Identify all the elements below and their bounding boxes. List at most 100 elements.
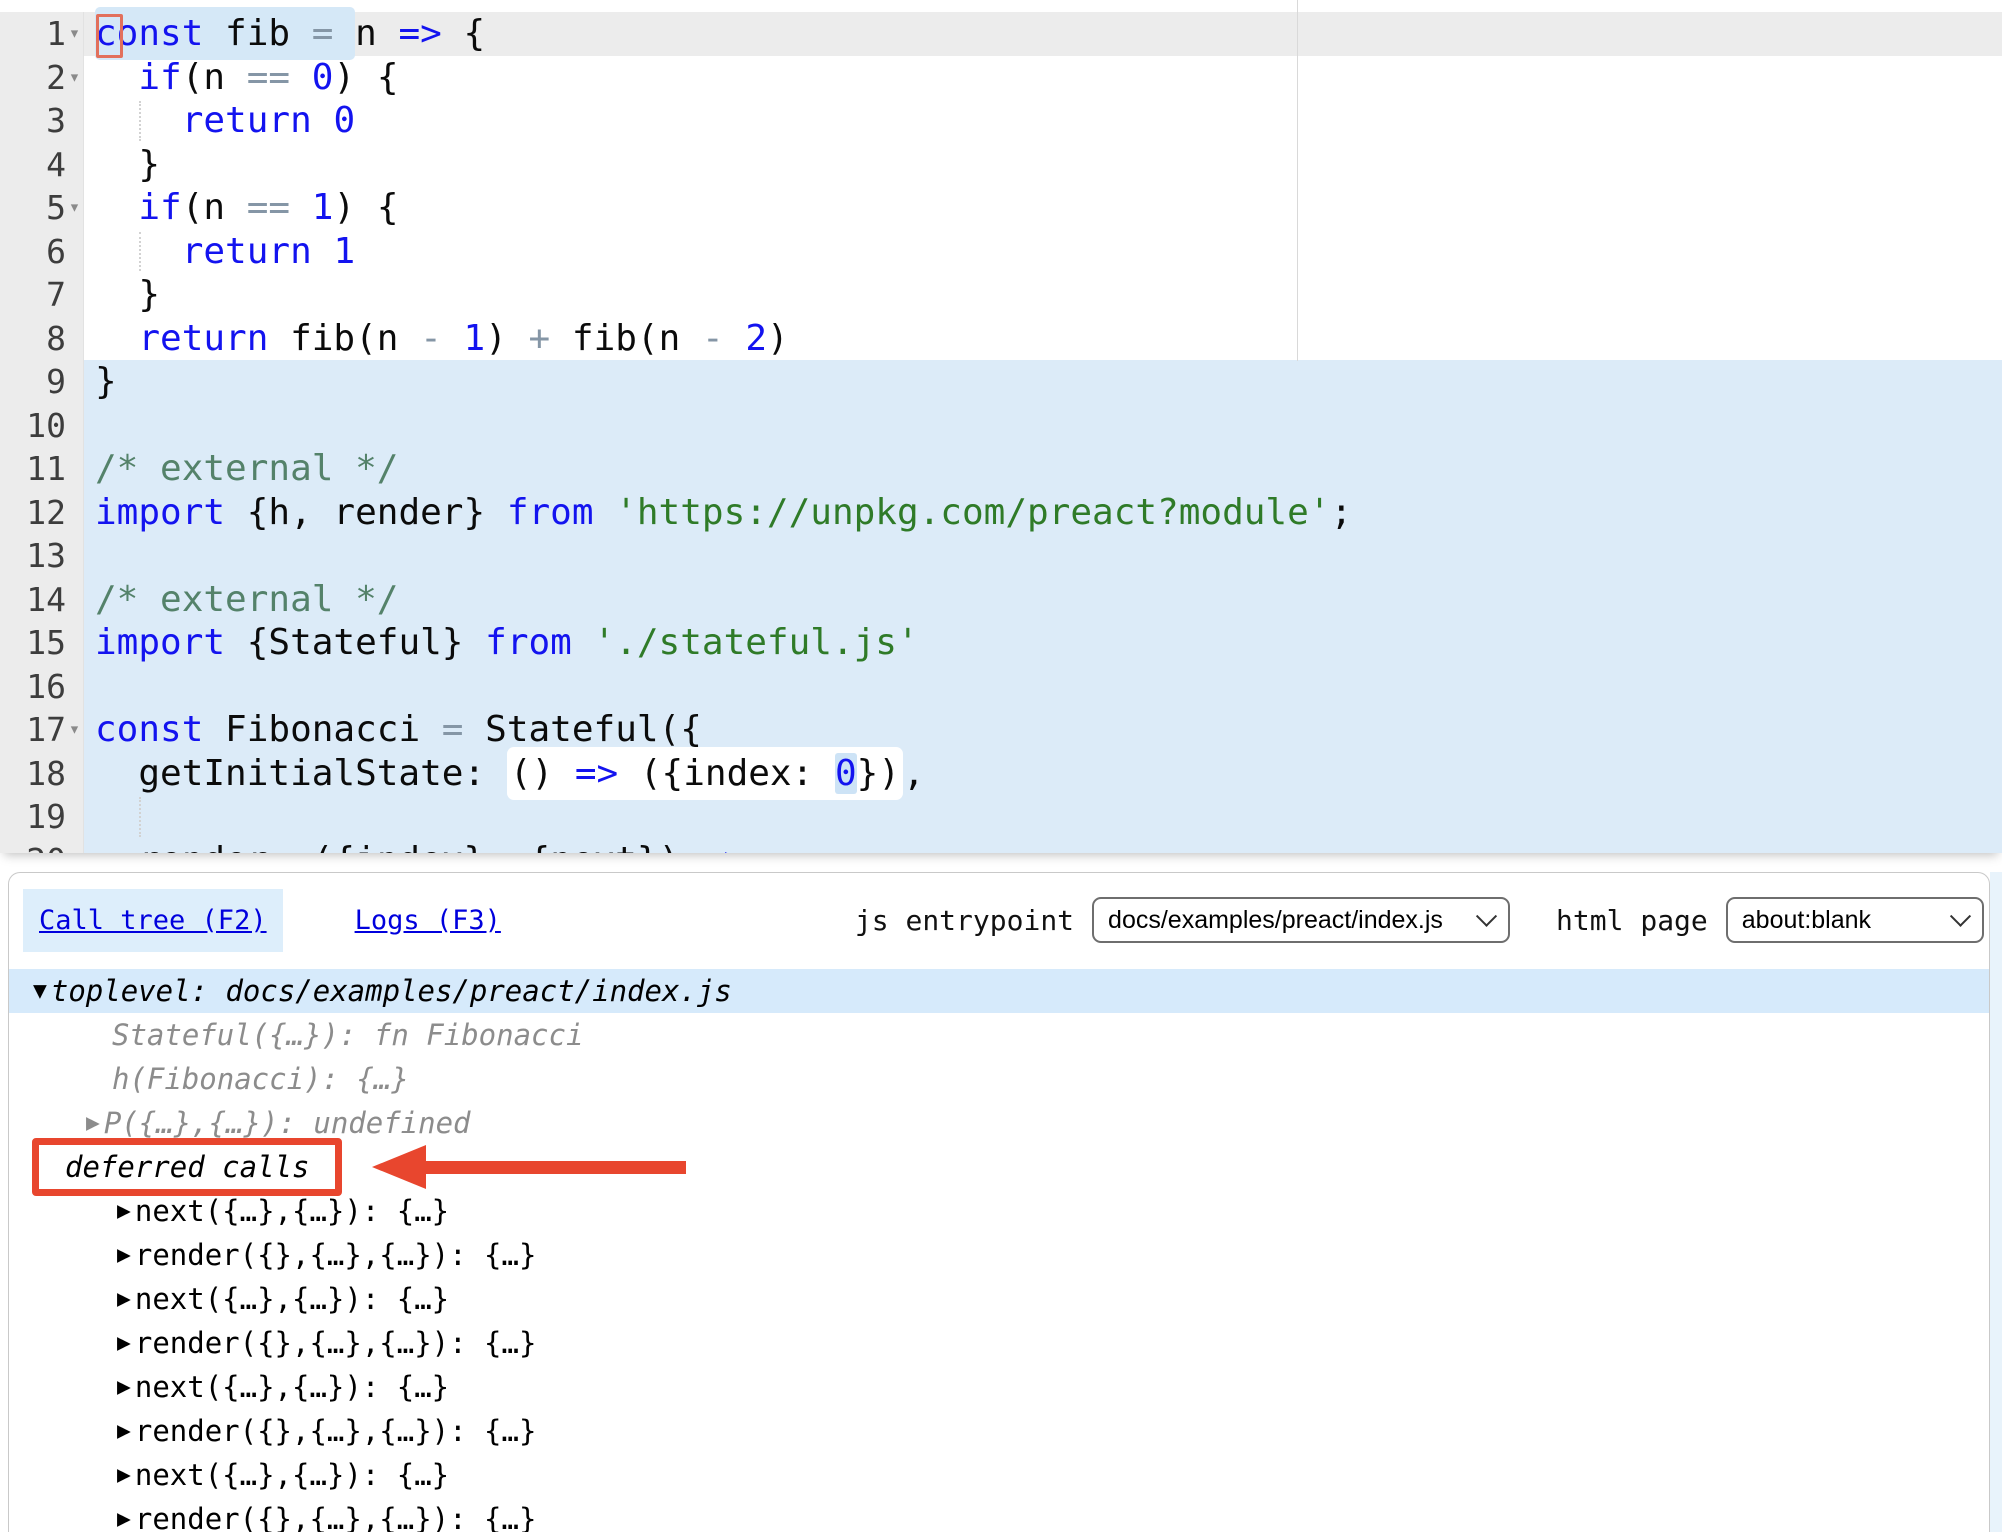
code-token: if [138,57,181,98]
gutter: 4▾ [0,143,84,187]
code-token: getInitialState: [95,753,507,794]
gutter: 16▾ [0,665,84,709]
code-text: /* external */ [84,578,398,622]
tree-row[interactable]: Stateful({…}): fn Fibonacci [9,1013,1989,1057]
code-token: fib(n [550,318,702,359]
code-line[interactable]: 19▾ [0,795,2002,839]
tree-row-label: next({…},{…}): {…} [135,1282,449,1316]
code-line[interactable]: 4▾ } [0,143,2002,187]
code-line[interactable]: 7▾ } [0,273,2002,317]
js-entrypoint-select[interactable]: docs/examples/preact/index.js [1092,897,1510,943]
tree-row[interactable]: ▶next({…},{…}): {…} [9,1453,1989,1497]
line-number: 14 [26,578,66,622]
code-line[interactable]: 6▾ return 1 [0,230,2002,274]
code-token: ; [1330,492,1352,533]
html-page-select[interactable]: about:blank [1726,897,1984,943]
code-token: import [95,492,225,533]
tree-row[interactable]: ▶next({…},{…}): {…} [9,1277,1989,1321]
expand-arrow-icon[interactable]: ▶ [117,1242,131,1268]
expand-arrow-icon[interactable]: ▶ [117,1418,131,1444]
expand-arrow-icon[interactable]: ▶ [117,1198,131,1224]
code-token: 2 [745,318,767,359]
code-line[interactable]: 8▾ return fib(n - 1) + fib(n - 2) [0,317,2002,361]
code-line[interactable]: 16▾ [0,665,2002,709]
code-token: const [95,709,203,750]
code-token: 0 [333,100,355,141]
tab-logs[interactable]: Logs (F3) [339,889,517,952]
code-line[interactable]: 20▾ render: ({index}, {next}) => [0,839,2002,854]
indent-guide [139,797,141,837]
fold-toggle-icon[interactable]: ▾ [66,186,83,230]
line-number: 11 [26,447,66,491]
code-token: ) [485,318,528,359]
tree-row[interactable]: ▶render({},{…},{…}): {…} [9,1409,1989,1453]
expand-arrow-icon[interactable]: ▼ [33,978,47,1004]
tree-row[interactable]: ▶next({…},{…}): {…} [9,1189,1989,1233]
code-line[interactable]: 9▾} [0,360,2002,404]
code-line[interactable]: 11▾/* external */ [0,447,2002,491]
line-number: 3 [46,99,66,143]
code-token: () [510,753,575,794]
gutter: 20▾ [0,839,84,854]
fold-toggle-icon[interactable]: ▾ [66,708,83,752]
tree-row-label: next({…},{…}): {…} [135,1458,449,1492]
code-line[interactable]: 2▾ if(n == 0) { [0,56,2002,100]
executed-highlight-region: const fib = [95,7,355,60]
fold-toggle-icon[interactable]: ▾ [66,56,83,100]
gutter: 19▾ [0,795,84,839]
tree-row[interactable]: ▶next({…},{…}): {…} [9,1365,1989,1409]
page: 1▾const fib = n => {2▾ if(n == 0) {3▾ re… [0,0,2002,1532]
code-token [95,318,138,359]
code-text: } [84,360,117,404]
expand-arrow-icon[interactable]: ▶ [117,1506,131,1532]
tree-row-label: P({…},{…}): undefined [104,1106,471,1140]
tree-row[interactable]: h(Fibonacci): {…} [9,1057,1989,1101]
fold-toggle-icon[interactable]: ▾ [66,12,83,56]
code-token: } [95,144,160,185]
code-line[interactable]: 10▾ [0,404,2002,448]
code-line[interactable]: 3▾ return 0 [0,99,2002,143]
red-arrow-icon [372,1144,687,1190]
expand-arrow-icon[interactable]: ▶ [117,1462,131,1488]
code-line[interactable]: 1▾const fib = n => { [0,12,2002,56]
expand-arrow-icon[interactable]: ▶ [86,1110,100,1136]
gutter: 11▾ [0,447,84,491]
code-token [572,622,594,663]
code-token: } [95,274,160,315]
tree-row[interactable]: ▼toplevel: docs/examples/preact/index.js [9,969,1989,1013]
code-token: } [95,361,117,402]
code-text: render: ({index}, {next}) => [84,839,745,854]
expand-arrow-icon[interactable]: ▶ [117,1374,131,1400]
code-text [84,795,95,839]
code-line[interactable]: 15▾import {Stateful} from './stateful.js… [0,621,2002,665]
tree-row[interactable]: ▶render({},{…},{…}): {…} [9,1321,1989,1365]
code-line[interactable]: 5▾ if(n == 1) { [0,186,2002,230]
tree-row[interactable]: ▶render({},{…},{…}): {…} [9,1233,1989,1277]
html-page-label: html page [1556,904,1708,937]
code-token [724,318,746,359]
code-line[interactable]: 12▾import {h, render} from 'https://unpk… [0,491,2002,535]
code-line[interactable]: 13▾ [0,534,2002,578]
right-margin-strip [1990,872,2002,1532]
gutter: 15▾ [0,621,84,665]
code-line[interactable]: 18▾ getInitialState: () => ({index: 0}), [0,752,2002,796]
code-text: } [84,143,160,187]
tree-row[interactable]: deferred calls [9,1145,1989,1189]
code-text: return 1 [84,230,355,274]
code-token: => [575,753,618,794]
gutter: 7▾ [0,273,84,317]
code-line[interactable]: 17▾const Fibonacci = Stateful({ [0,708,2002,752]
code-token: == [247,57,290,98]
gutter: 10▾ [0,404,84,448]
tab-call-tree[interactable]: Call tree (F2) [23,889,283,952]
code-token: ) [767,318,789,359]
code-editor[interactable]: 1▾const fib = n => {2▾ if(n == 0) {3▾ re… [0,0,2002,853]
code-token: ) { [333,57,398,98]
line-number: 12 [26,491,66,535]
tree-row[interactable]: ▶render({},{…},{…}): {…} [9,1497,1989,1532]
gutter: 5▾ [0,186,84,230]
expand-arrow-icon[interactable]: ▶ [117,1286,131,1312]
expand-arrow-icon[interactable]: ▶ [117,1330,131,1356]
code-line[interactable]: 14▾/* external */ [0,578,2002,622]
code-token [594,492,616,533]
